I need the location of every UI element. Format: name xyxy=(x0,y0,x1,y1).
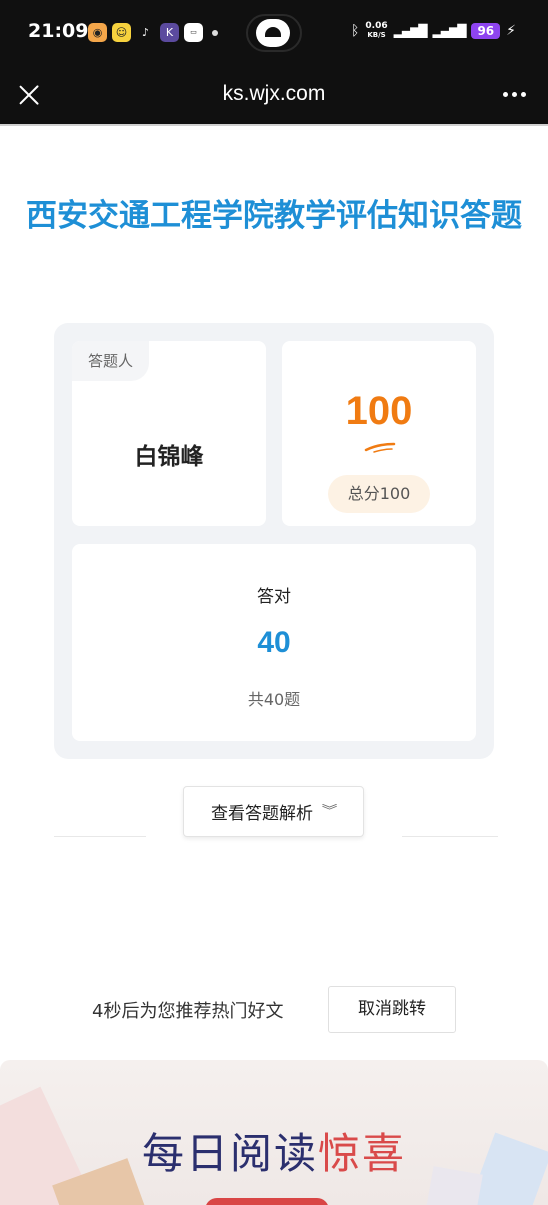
banner-action-button[interactable] xyxy=(205,1198,329,1205)
browser-toolbar: ks.wjx.com xyxy=(0,66,548,126)
correct-tile: 答对 40 共40题 xyxy=(72,544,476,741)
more-notifications-dot xyxy=(212,29,218,36)
banner-title: 每日阅读惊喜 xyxy=(0,1120,548,1181)
cancel-redirect-button[interactable]: 取消跳转 xyxy=(328,986,456,1033)
bluetooth-icon: ᛒ xyxy=(350,23,360,39)
view-analysis-label: 查看答题解析 xyxy=(210,804,313,824)
tiktok-app-icon: ♪ xyxy=(141,26,150,39)
daily-reading-banner[interactable]: 每日阅读惊喜 xyxy=(0,1060,548,1205)
correct-label: 答对 xyxy=(257,587,291,607)
status-time: 21:09 xyxy=(28,20,89,42)
taobao-app-icon: ▭ xyxy=(184,23,203,42)
network-speed: 0.06 KB/S xyxy=(365,21,388,40)
score-underline-icon xyxy=(364,442,396,453)
chevron-down-icon: ︾ xyxy=(321,804,338,819)
k-app-icon: K xyxy=(160,23,179,42)
charging-icon: ⚡ xyxy=(506,23,516,39)
redirect-countdown: 4秒后为您推荐热门好文 xyxy=(92,1001,284,1022)
divider-right xyxy=(402,836,498,837)
battery-icon: 96 xyxy=(471,23,501,39)
signal-icon-2: ▂▄▆█ xyxy=(432,24,467,38)
page-title: 西安交通工程学院教学评估知识答题 xyxy=(26,198,522,234)
status-bar: 21:09 ◉ ☺ ♪ K ▭ ᛒ 0.06 KB/S ▂▄▆█ ▂▄▆█ 96… xyxy=(0,0,548,66)
dianping-app-icon: ☺ xyxy=(112,23,131,42)
status-indicators: ᛒ 0.06 KB/S ▂▄▆█ ▂▄▆█ 96 ⚡ xyxy=(351,22,516,40)
total-questions: 共40题 xyxy=(247,690,301,709)
divider-left xyxy=(54,836,146,837)
respondent-tag: 答题人 xyxy=(72,341,150,381)
url-display: ks.wjx.com xyxy=(222,82,326,105)
cast-icon xyxy=(256,19,290,47)
signal-icon: ▂▄▆█ xyxy=(393,24,428,38)
banner-title-part2: 惊喜 xyxy=(318,1129,407,1178)
banner-title-part1: 每日阅读 xyxy=(141,1129,318,1178)
respondent-name: 白锦峰 xyxy=(134,444,204,470)
result-card: 答题人 白锦峰 100 总分100 答对 40 共40题 xyxy=(54,323,494,759)
weibo-app-icon: ◉ xyxy=(88,23,107,42)
view-analysis-button[interactable]: 查看答题解析 ︾ xyxy=(183,786,364,837)
score-value: 100 xyxy=(345,389,413,433)
score-tile: 100 总分100 xyxy=(282,341,476,526)
more-icon[interactable] xyxy=(503,92,526,97)
total-score-badge: 总分100 xyxy=(328,475,430,513)
correct-count: 40 xyxy=(257,626,291,659)
notification-icons: ◉ ☺ ♪ K ▭ xyxy=(88,23,218,42)
respondent-tile: 答题人 白锦峰 xyxy=(72,341,266,526)
